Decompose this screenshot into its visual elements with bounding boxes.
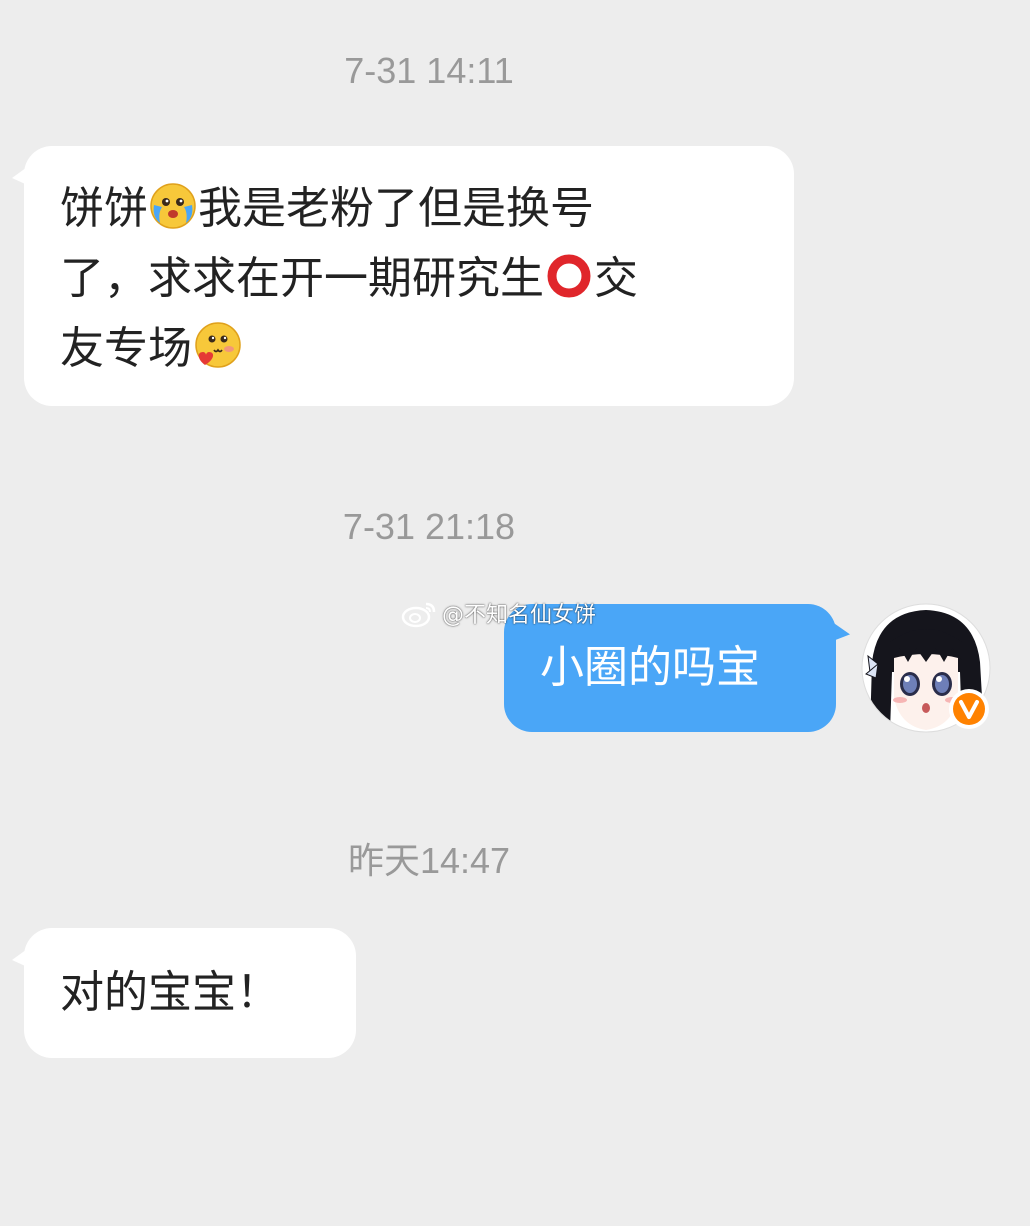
incoming-message-bubble[interactable]: 饼饼 我是老粉了但是换号 了，求求在开一期研究生 交 友专场 [24,146,794,406]
heart-face-emoji [195,322,241,368]
timestamp: 7-31 14:11 [344,50,514,91]
incoming-message-bubble[interactable]: 对的宝宝！ [24,928,356,1058]
red-ring-icon [547,254,591,298]
blushing-tear-emoji [150,183,196,229]
message-text: 友专场 [60,323,192,374]
timestamp: 7-31 21:18 [342,506,516,547]
message-line: 友专场 [60,314,758,384]
message-line: 了，求求在开一期研究生 交 [60,244,758,314]
message-text: 了，求求在开一期研究生 [60,253,544,304]
weibo-watermark: @不知名仙女饼 [400,596,596,630]
message-text: 小圈的吗宝 [540,642,760,693]
timestamp: 昨天14:47 [347,840,511,881]
message-text: 我是老粉了但是换号 [198,183,594,234]
chat-view: 7-31 14:11 饼饼 我是老粉了但是换号 了，求求在开一期研究生 交 友专… [0,0,1030,1226]
avatar[interactable] [860,602,992,734]
weibo-logo-icon [401,602,436,628]
message-text: 饼饼 [60,183,148,234]
message-line: 饼饼 我是老粉了但是换号 [60,174,758,244]
message-text: 交 [594,253,638,304]
message-text: 对的宝宝！ [60,967,280,1018]
verified-badge-icon [949,689,989,729]
watermark-text: @不知名仙女饼 [442,603,597,628]
